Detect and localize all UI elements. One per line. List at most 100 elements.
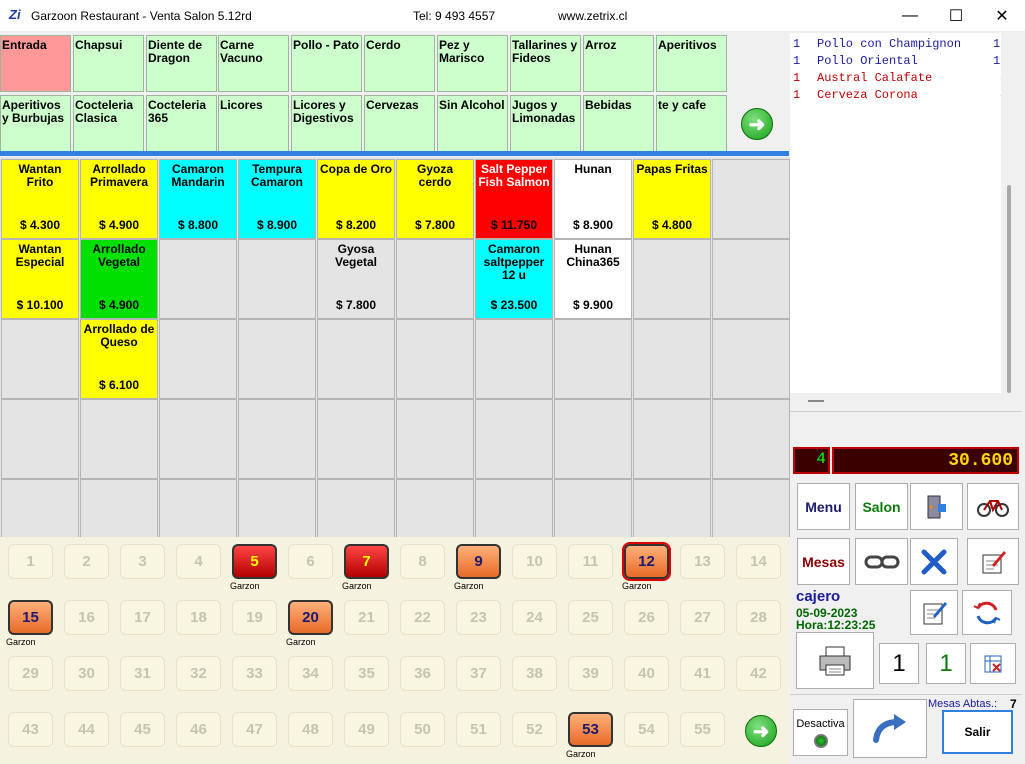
cancel-item-button[interactable] (910, 538, 958, 585)
salir-button[interactable]: Salir (942, 710, 1013, 754)
close-button[interactable]: ✕ (979, 0, 1025, 31)
delete-sheet-button[interactable] (970, 643, 1016, 684)
delivery-button[interactable] (967, 483, 1019, 530)
table-button[interactable]: 39 (568, 656, 613, 691)
order-line[interactable]: 1Cerveza Corona4300 (790, 88, 1001, 105)
table-button[interactable]: 49 (344, 712, 389, 747)
order-scrollbar[interactable] (1001, 33, 1018, 411)
table-button[interactable]: 55 (680, 712, 725, 747)
category-button[interactable]: Bebidas (583, 95, 654, 152)
empty-product-slot[interactable] (712, 319, 790, 399)
empty-product-slot[interactable] (396, 239, 474, 319)
empty-product-slot[interactable] (238, 399, 316, 479)
table-button[interactable]: 15 (8, 600, 53, 635)
product-tile[interactable]: Arrollado Vegetal $ 4.900 (80, 239, 158, 319)
next-categories-arrow-icon[interactable]: ➜ (741, 108, 773, 140)
category-button[interactable]: Jugos y Limonadas (510, 95, 581, 152)
table-button[interactable]: 25 (568, 600, 613, 635)
product-tile[interactable]: Wantan Frito $ 4.300 (1, 159, 79, 239)
empty-product-slot[interactable] (159, 319, 237, 399)
product-tile[interactable]: Camaron saltpepper 12 u $ 23.500 (475, 239, 553, 319)
category-button[interactable]: Tallarines y Fideos (510, 35, 581, 92)
category-button[interactable]: Cocteleria 365 (146, 95, 217, 152)
table-button[interactable]: 33 (232, 656, 277, 691)
table-button[interactable]: 48 (288, 712, 333, 747)
empty-product-slot[interactable] (712, 159, 790, 239)
empty-product-slot[interactable] (238, 319, 316, 399)
table-button[interactable]: 24 (512, 600, 557, 635)
product-tile[interactable]: Papas Fritas $ 4.800 (633, 159, 711, 239)
table-button[interactable]: 12 (622, 542, 671, 581)
empty-product-slot[interactable] (712, 399, 790, 479)
empty-product-slot[interactable] (712, 239, 790, 319)
table-button[interactable]: 22 (400, 600, 445, 635)
category-button[interactable]: Licores y Digestivos (291, 95, 362, 152)
empty-product-slot[interactable] (317, 399, 395, 479)
minimize-button[interactable]: — (887, 0, 933, 31)
empty-product-slot[interactable] (633, 239, 711, 319)
category-button[interactable]: Arroz (583, 35, 654, 92)
empty-product-slot[interactable] (554, 399, 632, 479)
product-tile[interactable]: Camaron Mandarin $ 8.800 (159, 159, 237, 239)
table-button[interactable]: 29 (8, 656, 53, 691)
desactiva-button[interactable]: Desactiva (793, 709, 848, 756)
product-tile[interactable]: Arrollado de Queso $ 6.100 (80, 319, 158, 399)
table-button[interactable]: 5 (232, 544, 277, 579)
table-button[interactable]: 41 (680, 656, 725, 691)
table-button[interactable]: 45 (120, 712, 165, 747)
product-tile[interactable]: Gyoza cerdo $ 7.800 (396, 159, 474, 239)
menu-button[interactable]: Menu (797, 483, 850, 530)
empty-product-slot[interactable] (238, 239, 316, 319)
empty-product-slot[interactable] (633, 319, 711, 399)
product-tile[interactable]: Copa de Oro $ 8.200 (317, 159, 395, 239)
back-button[interactable] (853, 699, 927, 758)
table-button[interactable]: 28 (736, 600, 781, 635)
kitchen-transfer-button[interactable] (910, 483, 963, 530)
order-line[interactable]: 1 Pollo Oriental 11000 (790, 54, 1001, 71)
table-button[interactable]: 13 (680, 544, 725, 579)
category-button[interactable]: Cocteleria Clasica (73, 95, 144, 152)
table-button[interactable]: 54 (624, 712, 669, 747)
table-button[interactable]: 34 (288, 656, 333, 691)
table-button[interactable]: 32 (176, 656, 221, 691)
table-button[interactable]: 21 (344, 600, 389, 635)
category-button[interactable]: Carne Vacuno (218, 35, 289, 92)
empty-product-slot[interactable] (396, 399, 474, 479)
table-button[interactable]: 23 (456, 600, 501, 635)
table-button[interactable]: 4 (176, 544, 221, 579)
empty-product-slot[interactable] (159, 239, 237, 319)
table-button[interactable]: 8 (400, 544, 445, 579)
table-button[interactable]: 26 (624, 600, 669, 635)
category-button[interactable]: Cervezas (364, 95, 435, 152)
quantity-one-button[interactable]: 1 (879, 643, 919, 684)
table-button[interactable]: 35 (344, 656, 389, 691)
product-tile[interactable]: Arrollado Primavera $ 4.900 (80, 159, 158, 239)
category-button[interactable]: Chapsui (73, 35, 144, 92)
table-button[interactable]: 7 (344, 544, 389, 579)
table-button[interactable]: 20 (288, 600, 333, 635)
empty-product-slot[interactable] (475, 319, 553, 399)
table-button[interactable]: 44 (64, 712, 109, 747)
category-button[interactable]: Diente de Dragon (146, 35, 217, 92)
table-button[interactable]: 38 (512, 656, 557, 691)
empty-product-slot[interactable] (554, 319, 632, 399)
empty-product-slot[interactable] (159, 399, 237, 479)
table-button[interactable]: 31 (120, 656, 165, 691)
table-button[interactable]: 30 (64, 656, 109, 691)
table-button[interactable]: 3 (120, 544, 165, 579)
table-button[interactable]: 53 (568, 712, 613, 747)
edit-order-button[interactable] (967, 538, 1019, 585)
table-button[interactable]: 1 (8, 544, 53, 579)
product-tile[interactable]: Hunan China365 $ 9.900 (554, 239, 632, 319)
category-button[interactable]: Cerdo (364, 35, 435, 92)
order-line[interactable]: 1Austral Calafate4300 (790, 71, 1001, 88)
table-button[interactable]: 9 (456, 544, 501, 579)
order-hscrollbar[interactable] (790, 393, 1001, 411)
product-tile[interactable]: Salt Pepper Fish Salmon $ 11.750 (475, 159, 553, 239)
order-line[interactable]: 1 Pollo con Champignon 11000 (790, 37, 1001, 54)
table-button[interactable]: 37 (456, 656, 501, 691)
notes-button[interactable] (910, 590, 958, 635)
quantity-one-green-button[interactable]: 1 (926, 643, 966, 684)
table-button[interactable]: 14 (736, 544, 781, 579)
hscroll-thumb[interactable] (808, 400, 824, 402)
